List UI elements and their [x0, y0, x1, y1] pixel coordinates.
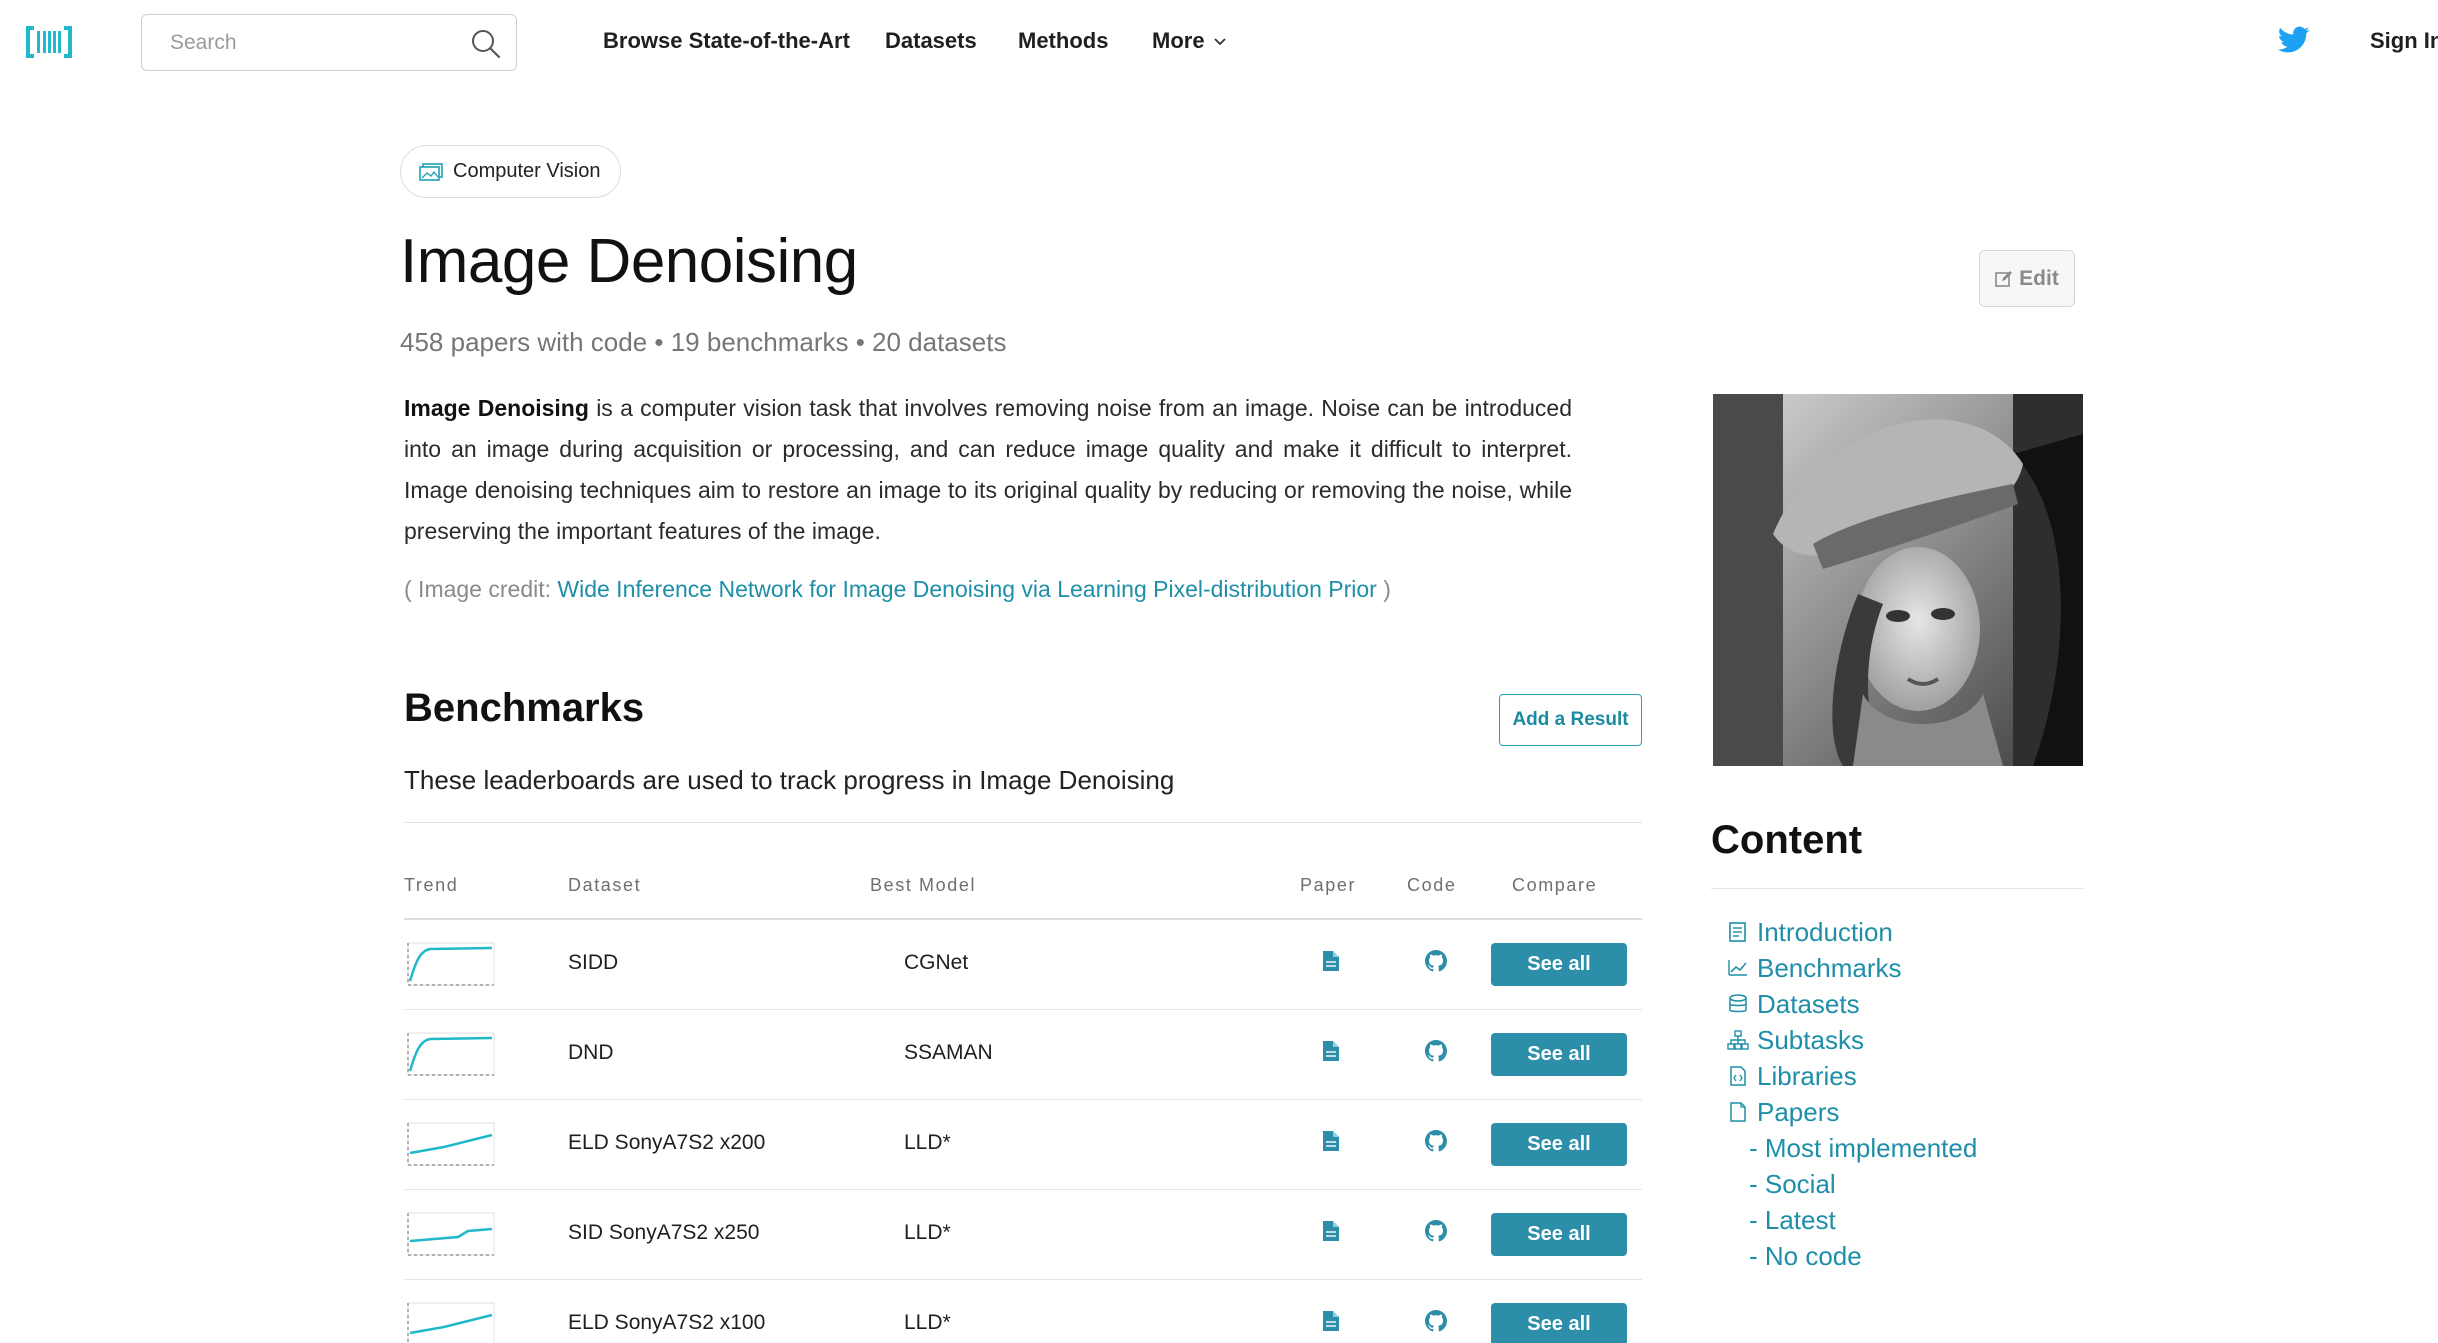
- nav-datasets[interactable]: Datasets: [885, 28, 977, 54]
- task-stats: 458 papers with code • 19 benchmarks • 2…: [400, 327, 1007, 357]
- see-all-button[interactable]: See all: [1491, 1033, 1627, 1076]
- paper-icon[interactable]: [1322, 950, 1340, 972]
- best-model-link[interactable]: SSAMAN: [904, 1041, 993, 1065]
- sign-in-link[interactable]: Sign In: [2370, 28, 2438, 54]
- benchmarks-subtitle: These leaderboards are used to track pro…: [404, 765, 1175, 795]
- table-of-contents: Introduction Benchmarks Datasets Subtask…: [1727, 914, 1977, 1274]
- trend-sparkline[interactable]: [404, 1121, 496, 1169]
- dataset-link[interactable]: ELD SonyA7S2 x200: [568, 1131, 765, 1155]
- toc-libraries-label: Libraries: [1757, 1060, 1857, 1091]
- benchmark-row: ELD SonyA7S2 x100 LLD* See all: [404, 1280, 1642, 1343]
- description-bold: Image Denoising: [404, 395, 589, 421]
- nav-browse-sota[interactable]: Browse State-of-the-Art: [603, 28, 850, 54]
- toc-introduction-label: Introduction: [1757, 916, 1893, 947]
- benchmark-row: SIDD CGNet See all: [404, 920, 1642, 1010]
- toc-datasets-label: Datasets: [1757, 988, 1860, 1019]
- github-icon[interactable]: [1425, 1310, 1447, 1332]
- code-file-icon: [1730, 1066, 1746, 1086]
- see-all-button[interactable]: See all: [1491, 943, 1627, 986]
- toc-benchmarks-label: Benchmarks: [1757, 952, 1902, 983]
- paper-icon[interactable]: [1322, 1220, 1340, 1242]
- dataset-link[interactable]: SIDD: [568, 951, 618, 975]
- col-best-model: Best Model: [870, 875, 977, 895]
- content-divider: [1711, 888, 2083, 889]
- paper-icon[interactable]: [1322, 1310, 1340, 1332]
- paper-icon[interactable]: [1322, 1130, 1340, 1152]
- paper-icon[interactable]: [1322, 1040, 1340, 1062]
- benchmark-row: DND SSAMAN See all: [404, 1010, 1642, 1100]
- top-navbar: Browse State-of-the-Art Datasets Methods…: [0, 0, 2438, 84]
- dataset-link[interactable]: SID SonyA7S2 x250: [568, 1221, 759, 1245]
- chevron-down-icon: [1213, 38, 1226, 46]
- toc-subtasks-label: Subtasks: [1757, 1024, 1864, 1055]
- twitter-icon[interactable]: [2278, 26, 2310, 54]
- nav-more[interactable]: More: [1152, 28, 1227, 54]
- edit-button[interactable]: Edit: [1979, 250, 2075, 307]
- content-heading: Content: [1711, 818, 1863, 862]
- trend-sparkline[interactable]: [404, 941, 496, 989]
- github-icon[interactable]: [1425, 1130, 1447, 1152]
- see-all-button[interactable]: See all: [1491, 1213, 1627, 1256]
- benchmark-row: SID SonyA7S2 x250 LLD* See all: [404, 1190, 1642, 1280]
- search-input[interactable]: [170, 27, 440, 59]
- toc-benchmarks[interactable]: Benchmarks: [1727, 950, 1977, 986]
- dataset-link[interactable]: DND: [568, 1041, 614, 1065]
- edit-label: Edit: [2019, 266, 2059, 290]
- col-paper: Paper: [1300, 875, 1357, 895]
- papers-with-code-logo[interactable]: [26, 22, 72, 62]
- best-model-link[interactable]: CGNet: [904, 951, 968, 975]
- area-chip-label: Computer Vision: [453, 160, 601, 182]
- toc-most-implemented[interactable]: - Most implemented: [1727, 1130, 1977, 1166]
- see-all-button[interactable]: See all: [1491, 1303, 1627, 1343]
- benchmarks-divider: [404, 822, 1642, 823]
- github-icon[interactable]: [1425, 950, 1447, 972]
- credit-prefix: ( Image credit:: [404, 576, 558, 602]
- edit-icon: [1995, 270, 2013, 287]
- trend-sparkline[interactable]: [404, 1211, 496, 1259]
- search-box[interactable]: [141, 14, 517, 71]
- toc-datasets[interactable]: Datasets: [1727, 986, 1977, 1022]
- file-icon: [1730, 1102, 1746, 1122]
- toc-no-code[interactable]: - No code: [1727, 1238, 1977, 1274]
- dataset-link[interactable]: ELD SonyA7S2 x100: [568, 1311, 765, 1335]
- toc-papers-label: Papers: [1757, 1096, 1840, 1127]
- toc-subtasks[interactable]: Subtasks: [1727, 1022, 1977, 1058]
- search-icon[interactable]: [470, 28, 502, 60]
- page-title: Image Denoising: [400, 227, 858, 296]
- col-code: Code: [1407, 875, 1457, 895]
- nav-methods[interactable]: Methods: [1018, 28, 1108, 54]
- credit-link[interactable]: Wide Inference Network for Image Denoisi…: [557, 576, 1376, 602]
- trend-sparkline[interactable]: [404, 1031, 496, 1079]
- nav-more-label: More: [1152, 28, 1205, 53]
- image-icon: [419, 162, 443, 181]
- best-model-link[interactable]: LLD*: [904, 1311, 951, 1335]
- book-icon: [1729, 922, 1746, 942]
- see-all-button[interactable]: See all: [1491, 1123, 1627, 1166]
- toc-latest[interactable]: - Latest: [1727, 1202, 1977, 1238]
- toc-papers[interactable]: Papers: [1727, 1094, 1977, 1130]
- col-trend: Trend: [404, 875, 459, 895]
- toc-libraries[interactable]: Libraries: [1727, 1058, 1977, 1094]
- col-compare: Compare: [1512, 875, 1598, 895]
- sitemap-icon: [1727, 1030, 1749, 1050]
- benchmark-row: ELD SonyA7S2 x200 LLD* See all: [404, 1100, 1642, 1190]
- add-result-button[interactable]: Add a Result: [1499, 694, 1642, 746]
- toc-introduction[interactable]: Introduction: [1727, 914, 1977, 950]
- line-chart-icon: [1728, 960, 1747, 976]
- best-model-link[interactable]: LLD*: [904, 1221, 951, 1245]
- github-icon[interactable]: [1425, 1220, 1447, 1242]
- image-credit: ( Image credit: Wide Inference Network f…: [404, 576, 1391, 603]
- col-dataset: Dataset: [568, 875, 642, 895]
- toc-social[interactable]: - Social: [1727, 1166, 1977, 1202]
- github-icon[interactable]: [1425, 1040, 1447, 1062]
- area-chip-computer-vision[interactable]: Computer Vision: [400, 145, 622, 198]
- task-sample-image: [1713, 394, 2083, 766]
- credit-suffix: ): [1376, 576, 1391, 602]
- trend-sparkline[interactable]: [404, 1301, 496, 1343]
- database-icon: [1729, 994, 1747, 1013]
- best-model-link[interactable]: LLD*: [904, 1131, 951, 1155]
- benchmarks-heading: Benchmarks: [404, 686, 645, 730]
- task-description: Image Denoising is a computer vision tas…: [404, 388, 1572, 552]
